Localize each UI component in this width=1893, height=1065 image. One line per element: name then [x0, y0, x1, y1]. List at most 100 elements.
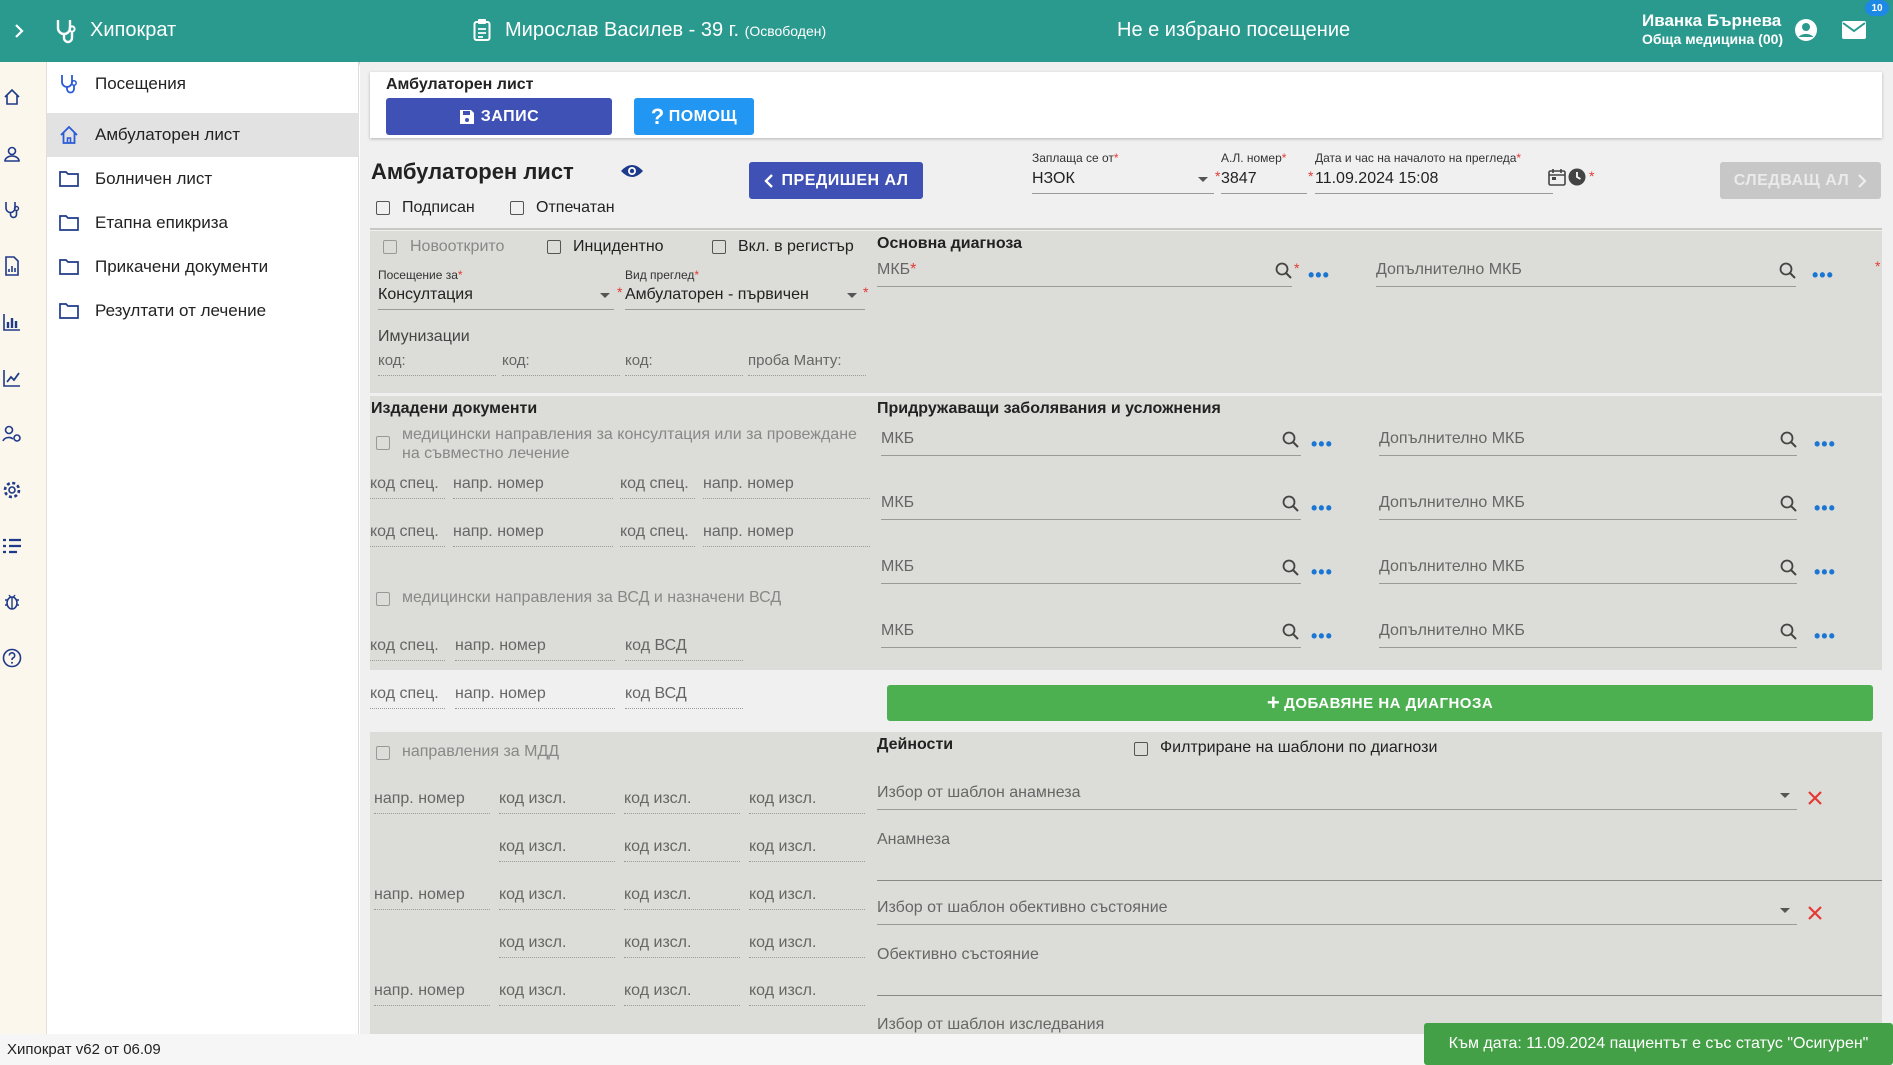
sheet-number-input[interactable]: 3847: [1221, 170, 1307, 194]
comorbid-mkb-input[interactable]: МКБ: [881, 558, 1301, 584]
sidebar-item-outpatient-sheet[interactable]: Амбулаторен лист: [47, 113, 359, 157]
previous-sheet-button[interactable]: ПРЕДИШЕН АЛ: [749, 162, 923, 199]
register-checkbox[interactable]: [712, 240, 726, 254]
more-options-icon[interactable]: •••: [1812, 266, 1834, 284]
list-icon[interactable]: [0, 534, 24, 558]
referral-number-input[interactable]: напр. номер: [703, 523, 870, 547]
referral-number-input[interactable]: напр. номер: [455, 637, 615, 661]
eye-icon[interactable]: [620, 163, 644, 184]
sidebar-item-treatment-results[interactable]: Резултати от лечение: [47, 289, 359, 333]
anamnesis-textarea[interactable]: Анамнеза: [877, 831, 1882, 881]
more-options-icon[interactable]: •••: [1311, 563, 1333, 581]
spec-code-input[interactable]: код спец.: [370, 637, 445, 661]
anamnesis-template-select[interactable]: Избор от шаблон анамнеза: [877, 784, 1797, 810]
close-icon[interactable]: [1807, 905, 1823, 926]
search-icon[interactable]: [1780, 495, 1797, 517]
vsd-code-input[interactable]: код ВСД: [625, 685, 743, 709]
comorbid-mkb-input[interactable]: МКБ: [881, 430, 1301, 456]
mdd-test-code-input[interactable]: код изсл.: [624, 982, 740, 1006]
main-extra-mkb-input[interactable]: Допълнително МКБ: [1376, 261, 1796, 287]
comorbid-mkb-input[interactable]: МКБ: [881, 622, 1301, 648]
add-diagnosis-button[interactable]: + ДОБАВЯНЕ НА ДИАГНОЗА: [887, 685, 1873, 721]
patient-name[interactable]: Мирослав Василев - 39 г. (Освободен): [505, 19, 826, 42]
more-options-icon[interactable]: •••: [1311, 627, 1333, 645]
mdd-referral-number-input[interactable]: напр. номер: [374, 790, 490, 814]
mdd-test-code-input[interactable]: код изсл.: [499, 934, 615, 958]
mdd-test-code-input[interactable]: код изсл.: [624, 934, 740, 958]
more-options-icon[interactable]: •••: [1308, 266, 1330, 284]
mdd-test-code-input[interactable]: код изсл.: [499, 838, 615, 862]
line-chart-icon[interactable]: [0, 366, 24, 390]
comorbid-extra-mkb-input[interactable]: Допълнително МКБ: [1379, 622, 1797, 648]
mdd-test-code-input[interactable]: код изсл.: [749, 886, 865, 910]
mdd-test-code-input[interactable]: код изсл.: [624, 790, 740, 814]
newly-discovered-checkbox[interactable]: [383, 240, 397, 254]
comorbid-extra-mkb-input[interactable]: Допълнително МКБ: [1379, 558, 1797, 584]
search-icon[interactable]: [1282, 559, 1299, 581]
referral-number-input[interactable]: напр. номер: [703, 475, 870, 499]
spec-code-input[interactable]: код спец.: [620, 523, 695, 547]
mdd-test-code-input[interactable]: код изсл.: [499, 982, 615, 1006]
filter-templates-checkbox[interactable]: [1134, 742, 1148, 756]
comorbid-extra-mkb-input[interactable]: Допълнително МКБ: [1379, 494, 1797, 520]
account-icon[interactable]: [1794, 18, 1818, 47]
objective-textarea[interactable]: Обективно състояние: [877, 946, 1882, 996]
sidebar-item-epicrisis[interactable]: Етапна епикриза: [47, 201, 359, 245]
clock-icon[interactable]: [1568, 168, 1586, 191]
insurance-status-toast[interactable]: Към дата: 11.09.2024 пациентът е със ста…: [1424, 1023, 1893, 1065]
more-options-icon[interactable]: •••: [1814, 499, 1836, 517]
visit-for-select[interactable]: Консултация: [378, 286, 614, 310]
search-icon[interactable]: [1275, 262, 1292, 284]
search-icon[interactable]: [1779, 262, 1796, 284]
referral-number-input[interactable]: напр. номер: [453, 523, 613, 547]
mdd-test-code-input[interactable]: код изсл.: [749, 982, 865, 1006]
search-icon[interactable]: [1780, 431, 1797, 453]
search-icon[interactable]: [1780, 559, 1797, 581]
more-options-icon[interactable]: •••: [1311, 499, 1333, 517]
more-options-icon[interactable]: •••: [1814, 563, 1836, 581]
spec-code-input[interactable]: код спец.: [620, 475, 695, 499]
mdd-referral-number-input[interactable]: напр. номер: [374, 982, 490, 1006]
bug-icon[interactable]: [0, 590, 24, 614]
referral-number-input[interactable]: напр. номер: [455, 685, 615, 709]
objective-template-select[interactable]: Избор от шаблон обективно състояние: [877, 899, 1797, 925]
mantoux-test-input[interactable]: проба Манту:: [748, 352, 866, 376]
patient-icon[interactable]: [0, 142, 24, 166]
search-icon[interactable]: [1282, 495, 1299, 517]
comorbid-mkb-input[interactable]: МКБ: [881, 494, 1301, 520]
home-icon[interactable]: [0, 85, 24, 109]
incidental-checkbox[interactable]: [547, 240, 561, 254]
expand-menu-icon[interactable]: [12, 19, 26, 43]
vsd-referrals-checkbox[interactable]: [376, 592, 390, 606]
exam-type-select[interactable]: Амбулаторен - първичен: [625, 286, 865, 310]
more-options-icon[interactable]: •••: [1814, 627, 1836, 645]
immunization-code-input[interactable]: код:: [502, 352, 620, 376]
mdd-test-code-input[interactable]: код изсл.: [749, 934, 865, 958]
stethoscope-rail-icon[interactable]: [0, 198, 24, 222]
consult-referrals-checkbox[interactable]: [376, 436, 390, 450]
more-options-icon[interactable]: •••: [1311, 435, 1333, 453]
search-icon[interactable]: [1282, 431, 1299, 453]
mdd-referrals-checkbox[interactable]: [376, 746, 390, 760]
spec-code-input[interactable]: код спец.: [370, 523, 445, 547]
close-icon[interactable]: [1807, 790, 1823, 811]
calendar-icon[interactable]: [1548, 168, 1566, 191]
app-name[interactable]: Хипократ: [90, 19, 176, 42]
immunization-code-input[interactable]: код:: [378, 352, 496, 376]
vsd-code-input[interactable]: код ВСД: [625, 637, 743, 661]
more-options-icon[interactable]: •••: [1814, 435, 1836, 453]
referral-number-input[interactable]: напр. номер: [453, 475, 613, 499]
mdd-test-code-input[interactable]: код изсл.: [499, 886, 615, 910]
mdd-test-code-input[interactable]: код изсл.: [624, 838, 740, 862]
sidebar-item-attachments[interactable]: Прикачени документи: [47, 245, 359, 289]
mdd-test-code-input[interactable]: код изсл.: [749, 790, 865, 814]
printed-checkbox[interactable]: [510, 201, 524, 215]
spec-code-input[interactable]: код спец.: [370, 475, 445, 499]
payer-select[interactable]: НЗОК: [1032, 170, 1214, 194]
main-mkb-input[interactable]: МКБ*: [877, 261, 1292, 287]
user-settings-icon[interactable]: [0, 422, 24, 446]
comorbid-extra-mkb-input[interactable]: Допълнително МКБ: [1379, 430, 1797, 456]
exam-datetime-input[interactable]: 11.09.2024 15:08: [1315, 170, 1553, 194]
immunization-code-input[interactable]: код:: [625, 352, 743, 376]
sidebar-item-visits[interactable]: Посещения: [47, 62, 359, 106]
